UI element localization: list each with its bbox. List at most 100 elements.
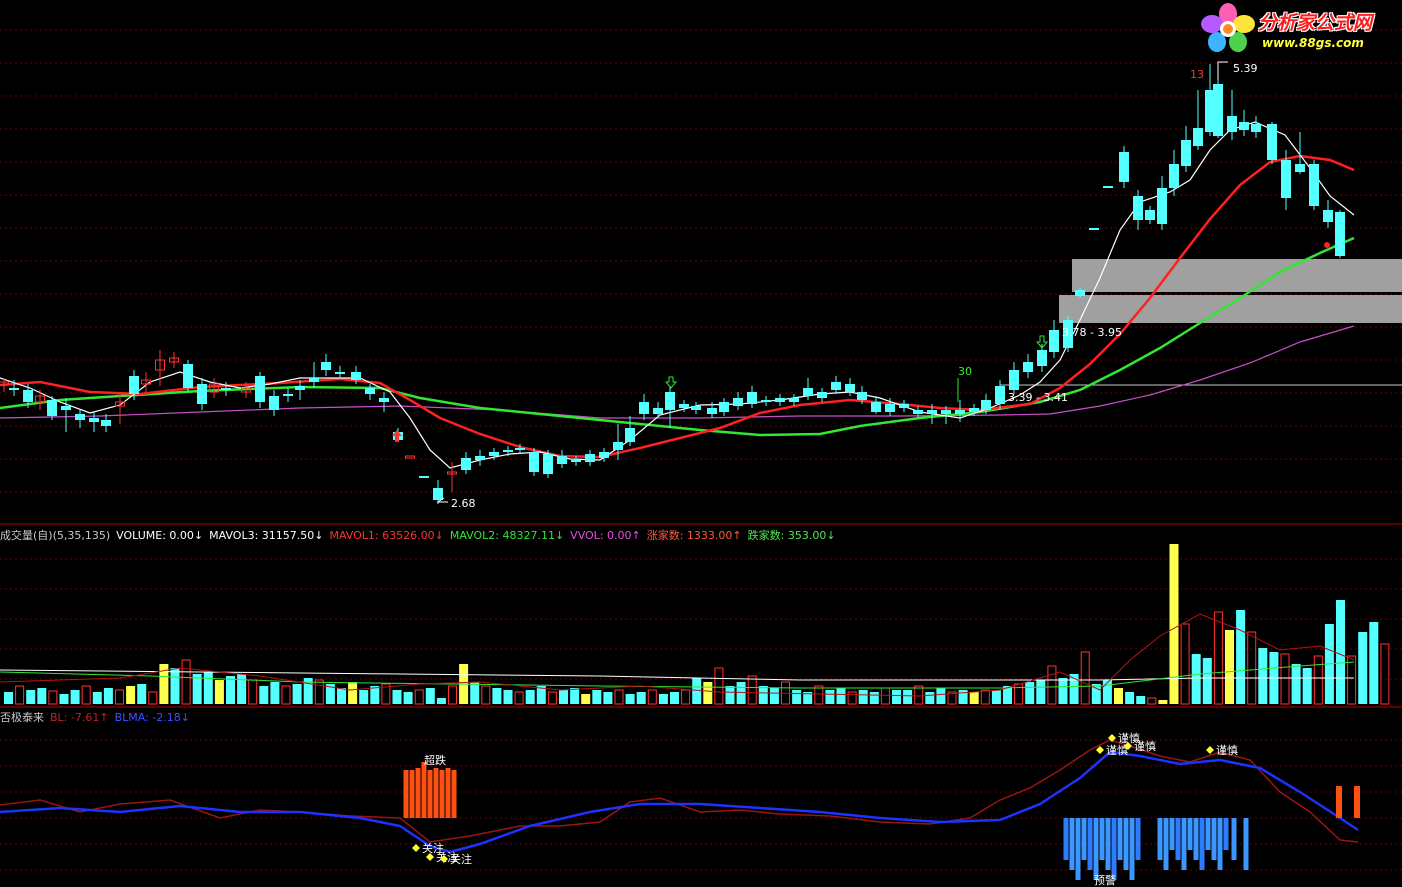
volume-bar: [636, 692, 646, 704]
volume-bar: [880, 687, 890, 705]
candle-body: [585, 454, 595, 462]
volume-bar: [115, 689, 124, 705]
candle-body: [691, 406, 701, 410]
volume-bar: [492, 688, 502, 704]
volume-bar: [1313, 655, 1323, 705]
volume-bar: [370, 686, 380, 704]
candle-body: [1049, 330, 1059, 352]
volume-bar: [703, 682, 713, 704]
candle-body: [1089, 228, 1099, 230]
candle-body: [571, 460, 581, 462]
volume-bar: [858, 690, 868, 704]
candle-body: [351, 372, 361, 380]
candle-body: [335, 372, 345, 374]
oversold-bar: [1354, 786, 1360, 818]
candle-body: [1119, 152, 1129, 182]
price-annotation-count-green: 30: [958, 365, 972, 378]
volume-bar: [1380, 643, 1390, 705]
volume-bar: [503, 690, 513, 704]
price-annotation-range-upper: 3.78 - 3.95: [1062, 326, 1122, 339]
volume-bar: [547, 691, 557, 705]
warning-bar: [1199, 818, 1205, 870]
up-arrow-icon: [392, 430, 402, 442]
volume-bar: [470, 682, 480, 704]
warning-bar: [1117, 818, 1123, 860]
volume-bar: [425, 688, 435, 704]
volume-header-item: MAVOL1: 63526.00↓: [329, 529, 444, 542]
volume-bar: [914, 685, 924, 705]
candle-body: [639, 402, 649, 414]
volume-bar: [658, 694, 668, 704]
candle-body: [1133, 196, 1143, 220]
high-pointer: [1217, 61, 1228, 80]
volume-bar: [1114, 688, 1123, 704]
candle-body: [599, 452, 609, 458]
volume-header-item: VOLUME: 0.00↓: [116, 529, 204, 542]
chart-grid: [0, 29, 1402, 871]
volume-bar: [525, 690, 535, 704]
warning-bar: [1111, 818, 1117, 880]
candle-body: [995, 386, 1005, 404]
candle-body: [885, 404, 895, 412]
candle-body: [89, 418, 99, 422]
warning-bar: [1217, 818, 1223, 870]
warning-bar: [1169, 818, 1175, 850]
blma-line: [0, 750, 1359, 854]
volume-bar: [436, 698, 446, 704]
candle-body: [1251, 124, 1261, 132]
mavol1-line: [0, 613, 1355, 697]
volume-bar: [692, 678, 702, 704]
volume-bar: [4, 692, 13, 704]
volume-bar: [903, 690, 913, 704]
volume-bar: [1347, 655, 1357, 705]
volume-bar: [1058, 678, 1068, 704]
warning-bar: [1099, 818, 1105, 860]
volume-bar: [126, 686, 136, 704]
signal-label-warning: 预警: [1094, 873, 1116, 887]
oversold-bar: [415, 768, 421, 818]
candle-body: [831, 382, 841, 390]
indicator-panel[interactable]: 超跌关注关注关注谨慎谨慎 谨慎 谨慎预警: [0, 731, 1360, 887]
volume-bar: [792, 690, 802, 704]
volume-bar: [181, 659, 191, 705]
warning-bar: [1181, 818, 1187, 870]
volume-bar: [1136, 696, 1146, 704]
volume-bar: [1025, 682, 1035, 704]
warning-bar: [1081, 818, 1087, 860]
volume-bar: [969, 692, 979, 704]
warning-bar: [1211, 818, 1217, 860]
candle-body: [719, 402, 729, 412]
warning-bar: [1123, 818, 1129, 870]
volume-bar: [747, 675, 757, 705]
stock-chart[interactable]: 5.3913302.683.78 - 3.953.39 - 3.41 超跌关注关…: [0, 0, 1402, 887]
volume-bar: [1102, 680, 1112, 704]
volume-bar: [148, 691, 158, 705]
warning-bar: [1075, 818, 1081, 880]
candle-body: [405, 455, 415, 459]
volume-bar: [270, 682, 280, 704]
volume-bar: [348, 682, 358, 704]
volume-header-item: VVOL: 0.00↑: [570, 529, 641, 542]
candle-body: [1309, 164, 1319, 206]
volume-panel-header: 成交量(自)(5,35,135) VOLUME: 0.00↓ MAVOL3: 311…: [0, 527, 842, 543]
price-annotation-high-price: 5.39: [1233, 62, 1258, 75]
oversold-bar: [427, 770, 433, 818]
volume-bar: [103, 688, 113, 704]
volume-bar: [481, 685, 491, 705]
volume-bar: [226, 676, 235, 704]
volume-bar: [1225, 630, 1234, 704]
candle-body: [1145, 210, 1155, 220]
candle-body: [1193, 128, 1203, 146]
warning-bar: [1093, 818, 1099, 880]
volume-bar: [614, 689, 624, 705]
volume-bar: [1180, 623, 1190, 705]
candle-body: [47, 400, 57, 416]
site-logo[interactable]: 分析家公式网 www.88gs.com: [1200, 2, 1400, 54]
candle-body: [871, 402, 881, 412]
candle-body: [1281, 160, 1291, 198]
candle-body: [433, 488, 443, 500]
volume-bar: [647, 689, 657, 705]
volume-panel[interactable]: [0, 544, 1390, 705]
volume-bar: [1147, 697, 1157, 705]
candle-body: [269, 396, 279, 410]
